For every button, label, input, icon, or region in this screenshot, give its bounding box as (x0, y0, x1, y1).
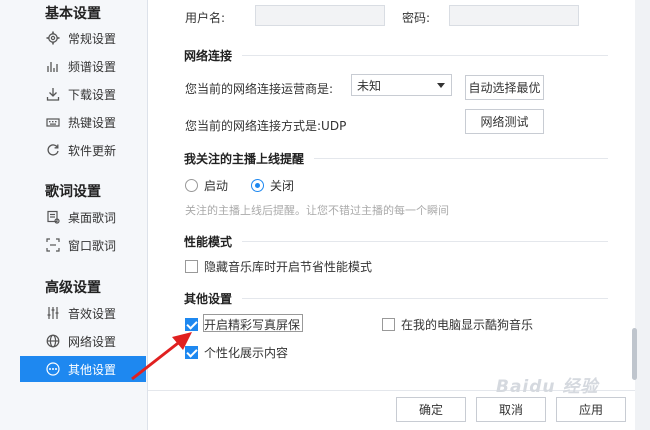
performance-divider (242, 241, 608, 242)
password-input[interactable] (449, 5, 579, 26)
notify-off-option[interactable]: 关闭 (251, 177, 294, 194)
show-in-pc-checkbox[interactable] (382, 318, 395, 331)
desktop-lyrics-icon (45, 209, 61, 225)
username-label: 用户名: (185, 11, 226, 25)
globe-icon (45, 333, 61, 349)
ok-button[interactable]: 确定 (396, 397, 466, 422)
screensaver-checkbox[interactable] (185, 318, 198, 331)
notify-on-radio[interactable] (185, 179, 198, 192)
other-section-title: 其他设置 (184, 292, 233, 306)
notify-on-label: 启动 (204, 179, 229, 193)
connection-mode-label: 您当前的网络连接方式是:UDP (185, 119, 347, 133)
gear-icon (45, 30, 61, 46)
dropdown-caret-icon (437, 83, 445, 88)
personalized-content-checkbox[interactable] (185, 346, 198, 359)
sidebar-item-download[interactable]: 下载设置 (20, 81, 146, 107)
isp-label: 您当前的网络连接运营商是: (185, 82, 334, 96)
anchor-notify-section-title: 我关注的主播上线提醒 (184, 152, 305, 166)
sidebar-item-other[interactable]: 其他设置 (20, 356, 146, 382)
sidebar-item-label: 下载设置 (68, 87, 117, 102)
sidebar-item-label: 桌面歌词 (68, 210, 117, 225)
personalized-content-label: 个性化展示内容 (204, 346, 289, 360)
keyboard-icon (45, 114, 61, 130)
sidebar-item-desktop-lyrics[interactable]: 桌面歌词 (20, 204, 146, 230)
power-save-option[interactable]: 隐藏音乐库时开启节省性能模式 (185, 258, 372, 275)
sidebar-item-label: 软件更新 (68, 143, 117, 158)
sidebar-item-general[interactable]: 常规设置 (20, 25, 146, 51)
show-in-pc-option[interactable]: 在我的电脑显示酷狗音乐 (382, 316, 533, 333)
settings-sidebar: 基本设置 常规设置 频谱设置 下载设置 热键设置 软件更新 歌词设置 桌面歌词 … (0, 0, 148, 430)
sidebar-item-label: 其他设置 (68, 362, 117, 377)
other-divider (242, 298, 608, 299)
notify-on-option[interactable]: 启动 (185, 177, 228, 194)
section-title-basic: 基本设置 (45, 6, 101, 22)
username-input[interactable] (255, 5, 385, 26)
scrollbar-thumb[interactable] (632, 328, 637, 380)
scrollbar-track[interactable] (635, 0, 650, 430)
network-divider (242, 55, 608, 56)
auto-select-best-button[interactable]: 自动选择最优 (465, 75, 544, 100)
window-lyrics-icon (45, 237, 61, 253)
performance-section-title: 性能模式 (184, 235, 233, 249)
network-test-button[interactable]: 网络测试 (465, 109, 544, 134)
baidu-watermark: Baidu 经验 (496, 377, 599, 397)
refresh-icon (45, 142, 61, 158)
notify-off-radio[interactable] (251, 179, 264, 192)
isp-select[interactable]: 未知 (351, 74, 452, 96)
sidebar-item-label: 网络设置 (68, 334, 117, 349)
personalized-content-option[interactable]: 个性化展示内容 (185, 344, 288, 361)
sidebar-item-spectrum[interactable]: 频谱设置 (20, 53, 146, 79)
sidebar-item-label: 热键设置 (68, 115, 117, 130)
sidebar-item-sound-effects[interactable]: 音效设置 (20, 300, 146, 326)
power-save-checkbox[interactable] (185, 260, 198, 273)
section-title-lyrics: 歌词设置 (45, 184, 101, 200)
section-title-advanced: 高级设置 (45, 280, 101, 296)
cancel-button[interactable]: 取消 (476, 397, 546, 422)
screensaver-highlight-box (203, 314, 303, 332)
notify-off-label: 关闭 (270, 179, 295, 193)
anchor-notify-divider (314, 158, 608, 159)
apply-button[interactable]: 应用 (556, 397, 626, 422)
sidebar-item-label: 频谱设置 (68, 59, 117, 74)
equalizer-icon (45, 305, 61, 321)
sidebar-item-window-lyrics[interactable]: 窗口歌词 (20, 232, 146, 258)
spectrum-bars-icon (45, 58, 61, 74)
password-label: 密码: (402, 11, 431, 25)
settings-main-panel: 用户名: 密码: 网络连接 您当前的网络连接运营商是: 未知 自动选择最优 您当… (148, 0, 635, 430)
sidebar-item-update[interactable]: 软件更新 (20, 137, 146, 163)
download-icon (45, 86, 61, 102)
sidebar-item-label: 常规设置 (68, 31, 117, 46)
sidebar-item-label: 窗口歌词 (68, 238, 117, 253)
power-save-label: 隐藏音乐库时开启节省性能模式 (204, 260, 373, 274)
show-in-pc-label: 在我的电脑显示酷狗音乐 (401, 318, 534, 332)
isp-select-value: 未知 (357, 78, 382, 93)
network-section-title: 网络连接 (184, 49, 233, 63)
more-options-icon (45, 361, 61, 377)
anchor-notify-hint: 关注的主播上线后提醒。让您不错过主播的每一个瞬间 (185, 204, 449, 217)
sidebar-item-network[interactable]: 网络设置 (20, 328, 146, 354)
sidebar-item-hotkey[interactable]: 热键设置 (20, 109, 146, 135)
sidebar-item-label: 音效设置 (68, 306, 117, 321)
